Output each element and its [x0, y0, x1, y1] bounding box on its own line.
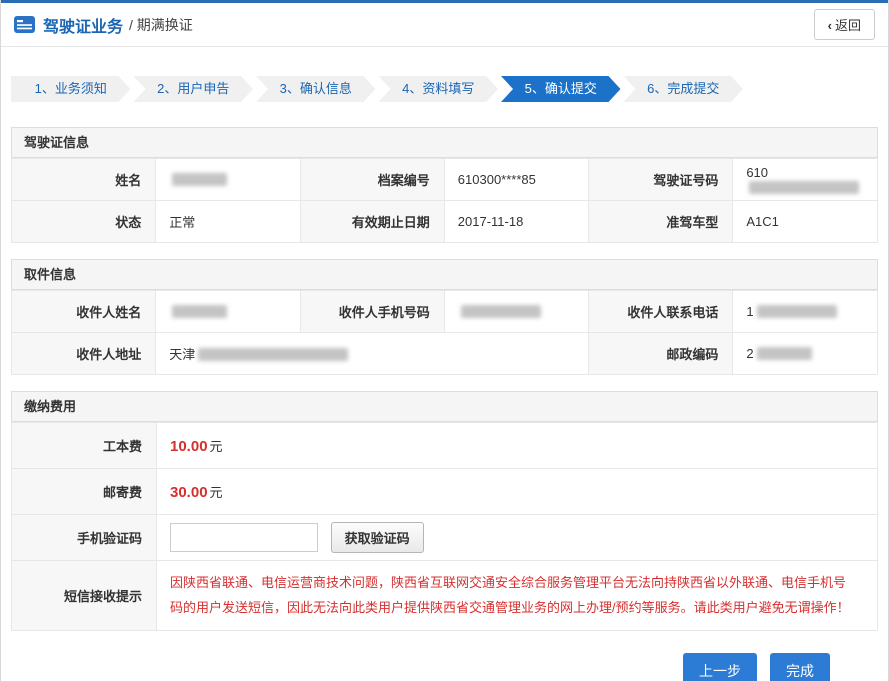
name-value — [156, 159, 300, 201]
pickup-info-title: 取件信息 — [11, 259, 878, 290]
step-3-confirm-info[interactable]: 3、确认信息 — [256, 76, 376, 102]
vehicle-type-value: A1C1 — [733, 201, 878, 243]
step-nav: 1、业务须知 2、用户申告 3、确认信息 4、资料填写 5、确认提交 6、完成提… — [11, 76, 746, 102]
production-fee-label: 工本费 — [12, 423, 157, 469]
fees-table: 工本费 10.00元 邮寄费 30.00元 手机验证码 获取验证码 短信接收提示… — [11, 422, 878, 631]
previous-step-button[interactable]: 上一步 — [683, 653, 757, 682]
table-row: 短信接收提示 因陕西省联通、电信运营商技术问题，陕西省互联网交通安全综合服务管理… — [12, 561, 878, 631]
page-title: 驾驶证业务 — [43, 13, 123, 37]
step-4-fill-info[interactable]: 4、资料填写 — [379, 76, 499, 102]
address-label: 收件人地址 — [12, 333, 156, 375]
sms-notice-cell: 因陕西省联通、电信运营商技术问题，陕西省互联网交通安全综合服务管理平台无法向持陕… — [157, 561, 878, 631]
license-number-prefix: 610 — [746, 165, 768, 180]
pickup-info-table: 收件人姓名 收件人手机号码 收件人联系电话 1 收件人地址 天津 邮政编码 2 — [11, 290, 878, 375]
mailing-fee-value: 30.00元 — [157, 469, 878, 515]
fees-section: 缴纳费用 工本费 10.00元 邮寄费 30.00元 手机验证码 获取验证码 短… — [11, 391, 878, 631]
table-row: 手机验证码 获取验证码 — [12, 515, 878, 561]
redacted-value — [172, 305, 227, 318]
redacted-value — [757, 347, 812, 360]
production-fee-value: 10.00元 — [157, 423, 878, 469]
license-business-icon — [14, 16, 35, 33]
file-number-value: 610300****85 — [444, 159, 588, 201]
sms-code-label: 手机验证码 — [12, 515, 157, 561]
step-2-user-declaration[interactable]: 2、用户申告 — [134, 76, 254, 102]
recipient-phone-value: 1 — [733, 291, 878, 333]
table-row: 邮寄费 30.00元 — [12, 469, 878, 515]
postcode-prefix: 2 — [746, 346, 753, 361]
finish-button[interactable]: 完成 — [770, 653, 830, 682]
page-header: 驾驶证业务 / 期满换证 ‹返回 — [1, 3, 888, 47]
license-number-label: 驾驶证号码 — [589, 159, 733, 201]
expiry-label: 有效期止日期 — [300, 201, 444, 243]
name-label: 姓名 — [12, 159, 156, 201]
redacted-value — [757, 305, 837, 318]
recipient-mobile-value — [444, 291, 588, 333]
recipient-name-label: 收件人姓名 — [12, 291, 156, 333]
production-fee-unit: 元 — [210, 439, 223, 454]
sms-code-input[interactable] — [170, 523, 318, 552]
redacted-value — [749, 181, 859, 194]
license-info-title: 驾驶证信息 — [11, 127, 878, 158]
production-fee-amount: 10.00 — [170, 438, 208, 455]
status-value: 正常 — [156, 201, 300, 243]
postcode-label: 邮政编码 — [589, 333, 733, 375]
sms-notice-text: 因陕西省联通、电信运营商技术问题，陕西省互联网交通安全综合服务管理平台无法向持陕… — [170, 571, 857, 620]
chevron-left-icon: ‹ — [828, 18, 832, 33]
mailing-fee-label: 邮寄费 — [12, 469, 157, 515]
table-row: 收件人地址 天津 邮政编码 2 — [12, 333, 878, 375]
sms-code-cell: 获取验证码 — [157, 515, 878, 561]
redacted-value — [461, 305, 541, 318]
fees-title: 缴纳费用 — [11, 391, 878, 422]
redacted-value — [198, 348, 348, 361]
back-button[interactable]: ‹返回 — [814, 9, 875, 40]
recipient-phone-prefix: 1 — [746, 304, 753, 319]
address-prefix: 天津 — [169, 347, 195, 362]
file-number-label: 档案编号 — [300, 159, 444, 201]
redacted-value — [172, 173, 227, 186]
step-1-business-notice[interactable]: 1、业务须知 — [11, 76, 131, 102]
step-6-complete-submit[interactable]: 6、完成提交 — [624, 76, 744, 102]
get-code-button[interactable]: 获取验证码 — [331, 522, 424, 553]
license-number-value: 610 — [733, 159, 878, 201]
recipient-name-value — [156, 291, 300, 333]
postcode-value: 2 — [733, 333, 878, 375]
bottom-actions: 上一步 完成 — [11, 653, 830, 682]
recipient-mobile-label: 收件人手机号码 — [300, 291, 444, 333]
page-subtitle: / 期满换证 — [129, 15, 193, 35]
step-5-confirm-submit[interactable]: 5、确认提交 — [501, 76, 621, 102]
table-row: 工本费 10.00元 — [12, 423, 878, 469]
page: 驾驶证业务 / 期满换证 ‹返回 1、业务须知 2、用户申告 3、确认信息 4、… — [0, 0, 889, 682]
table-row: 状态 正常 有效期止日期 2017-11-18 准驾车型 A1C1 — [12, 201, 878, 243]
address-value: 天津 — [156, 333, 589, 375]
sms-notice-label: 短信接收提示 — [12, 561, 157, 631]
recipient-phone-label: 收件人联系电话 — [589, 291, 733, 333]
vehicle-type-label: 准驾车型 — [589, 201, 733, 243]
back-button-label: 返回 — [835, 18, 861, 33]
table-row: 收件人姓名 收件人手机号码 收件人联系电话 1 — [12, 291, 878, 333]
license-info-section: 驾驶证信息 姓名 档案编号 610300****85 驾驶证号码 610 状态 … — [11, 127, 878, 243]
expiry-value: 2017-11-18 — [444, 201, 588, 243]
mailing-fee-amount: 30.00 — [170, 484, 208, 501]
license-info-table: 姓名 档案编号 610300****85 驾驶证号码 610 状态 正常 有效期… — [11, 158, 878, 243]
table-row: 姓名 档案编号 610300****85 驾驶证号码 610 — [12, 159, 878, 201]
mailing-fee-unit: 元 — [210, 485, 223, 500]
pickup-info-section: 取件信息 收件人姓名 收件人手机号码 收件人联系电话 1 收件人地址 天津 邮政… — [11, 259, 878, 375]
status-label: 状态 — [12, 201, 156, 243]
